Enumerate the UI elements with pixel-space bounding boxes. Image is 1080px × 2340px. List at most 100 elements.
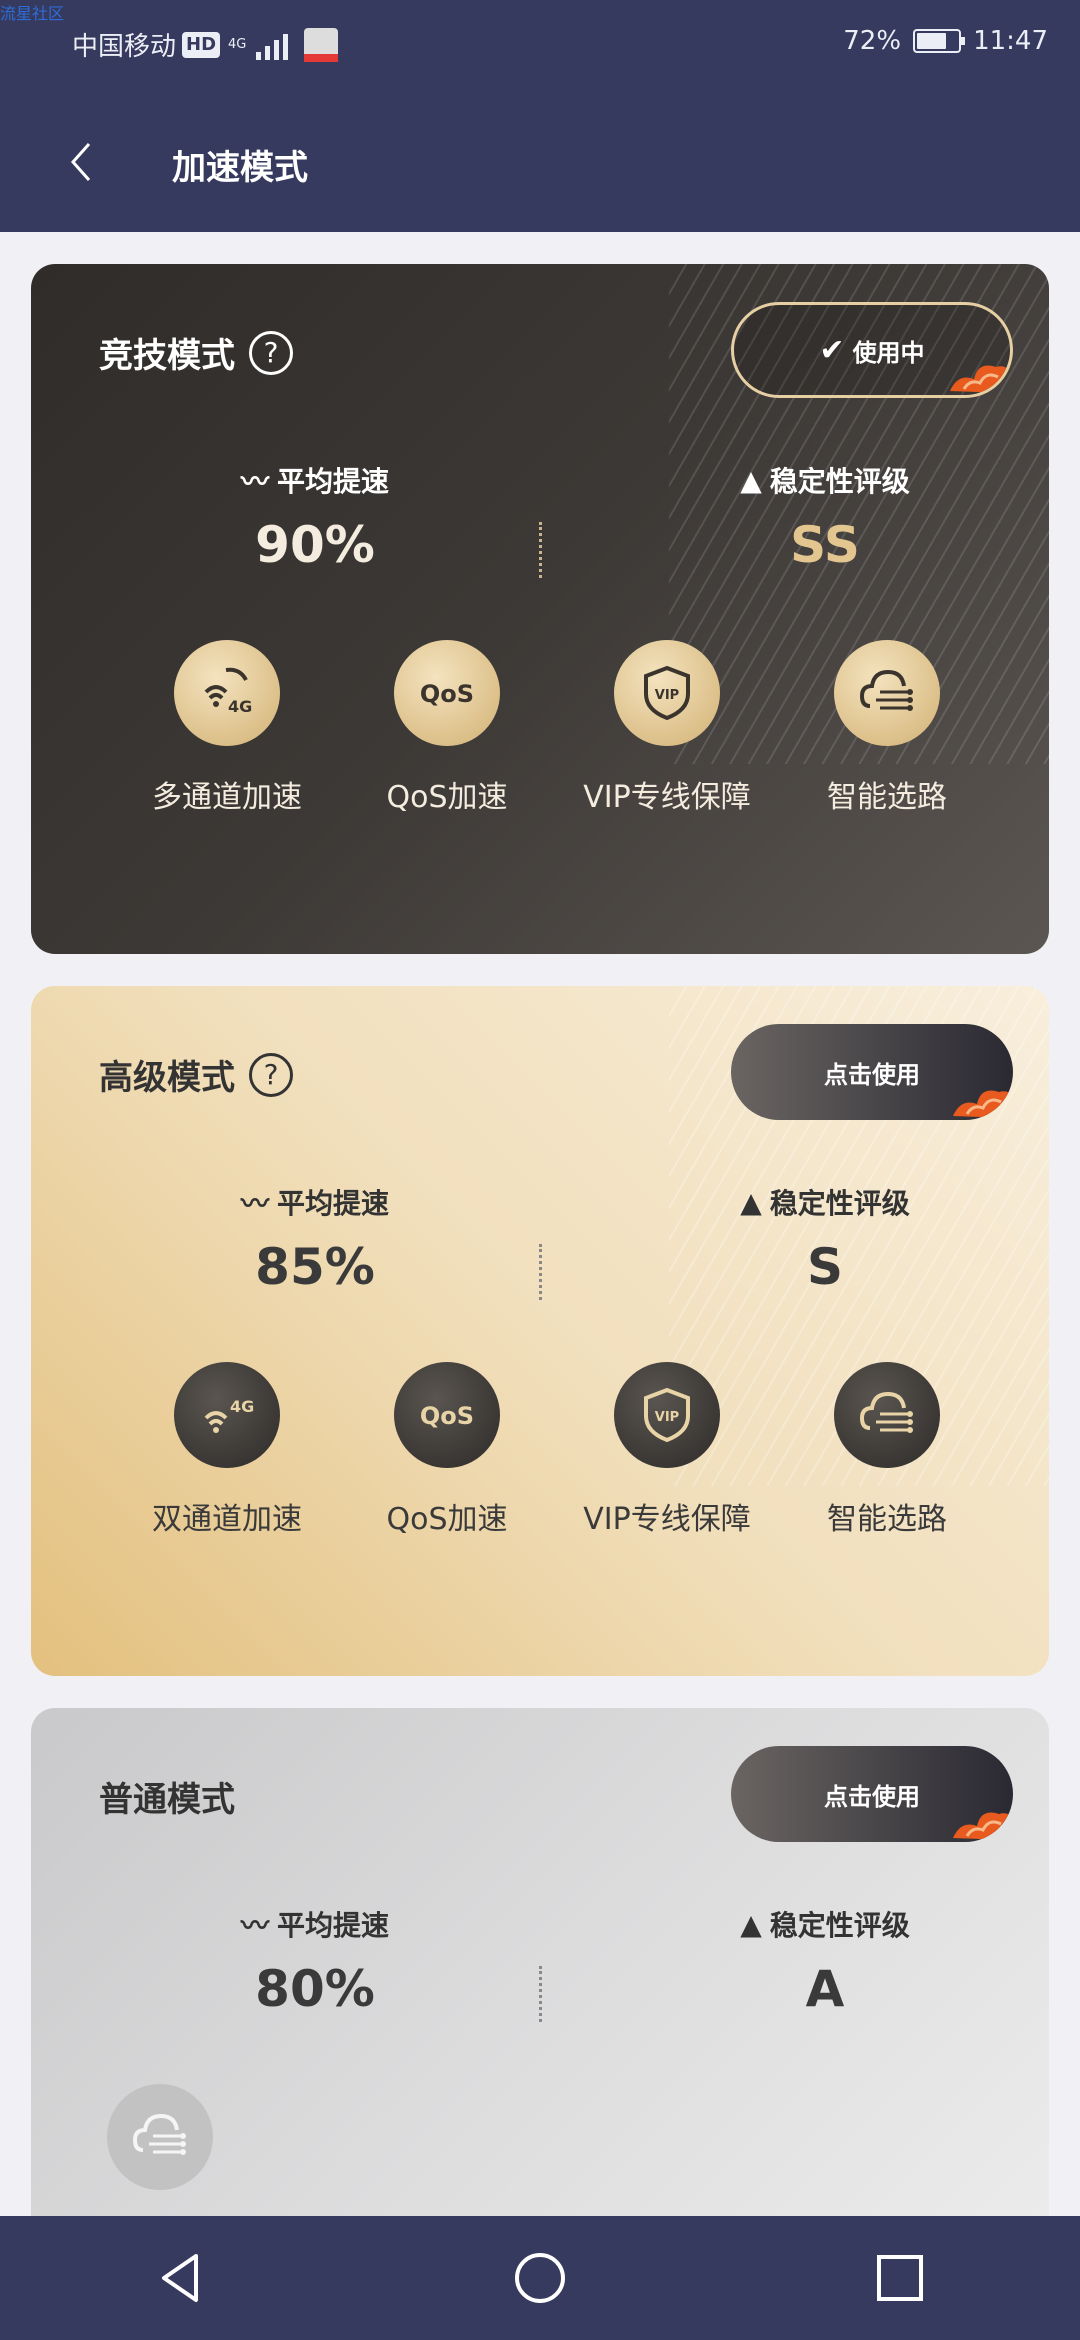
feature-list: 4G 双通道加速 QoS QoS加速 VIP VIP专线保障 智能选路 <box>127 1362 987 1538</box>
feature-label: QoS加速 <box>386 780 508 815</box>
top-bar: 中国移动 HD 4G 72% 11:47 加速模式 <box>0 0 1080 232</box>
feature-label: VIP专线保障 <box>583 780 751 815</box>
multi-channel-icon: 4G <box>174 640 280 746</box>
warning-triangle-icon: ▲ <box>740 463 762 497</box>
stability-value: S <box>806 1238 843 1296</box>
warning-triangle-icon: ▲ <box>740 1185 762 1219</box>
feature-item: QoS QoS加速 <box>347 1362 547 1538</box>
feature-item: QoS QoS加速 <box>347 640 547 816</box>
avg-value: 85% <box>255 1238 375 1296</box>
svg-text:QoS: QoS <box>420 1402 474 1430</box>
dual-channel-icon: 4G <box>174 1362 280 1468</box>
battery-percent: 72% <box>843 26 902 56</box>
avg-value: 90% <box>255 516 375 574</box>
battery-icon <box>913 29 966 53</box>
check-icon: ✔ <box>819 332 845 368</box>
svg-text:4G: 4G <box>228 697 252 716</box>
cloud-ornament-icon <box>950 365 1010 393</box>
stability-rating: ▲ 稳定性评级 SS <box>675 460 975 575</box>
watermark: 流星社区 <box>0 4 65 23</box>
page-title: 加速模式 <box>172 148 308 188</box>
avg-speedup: 〰平均提速 80% <box>165 1904 465 2018</box>
vip-shield-icon: VIP <box>614 640 720 746</box>
mode-title: 高级模式 <box>99 1058 235 1098</box>
cloud-ornament-icon <box>953 1090 1013 1118</box>
avg-speedup: 〰平均提速 90% <box>165 460 465 574</box>
feature-item: VIP VIP专线保障 <box>567 1362 767 1538</box>
status-bar: 中国移动 HD 4G 72% 11:47 <box>0 0 1080 90</box>
stability-rating: ▲ 稳定性评级 A <box>675 1904 975 2019</box>
triangle-back-icon <box>162 2254 198 2302</box>
trend-icon: 〰 <box>240 1909 269 1942</box>
avg-label: 平均提速 <box>277 1909 390 1942</box>
stability-value: SS <box>790 516 860 574</box>
warning-triangle-icon: ▲ <box>740 1907 762 1941</box>
vip-shield-icon: VIP <box>614 1362 720 1468</box>
card-title: 竞技模式 ? <box>99 328 293 377</box>
stability-value: A <box>805 1960 845 2018</box>
svg-text:4G: 4G <box>230 1397 254 1416</box>
help-icon[interactable]: ? <box>249 330 293 375</box>
use-button[interactable]: 点击使用 <box>731 1024 1013 1120</box>
cloud-ornament-icon <box>953 1812 1013 1840</box>
smart-route-icon <box>107 2084 213 2190</box>
button-label: 使用中 <box>852 338 925 367</box>
mode-card-competitive: 竞技模式 ? ✔ 使用中 〰平均提速 90% ▲ 稳定性评级 SS 4G 多通道加… <box>31 264 1049 954</box>
avg-value: 80% <box>255 1960 375 2018</box>
back-arrow-icon <box>70 143 91 181</box>
feature-label: 智能选路 <box>827 780 947 815</box>
qos-icon: QoS <box>394 640 500 746</box>
stability-label: 稳定性评级 <box>769 1187 910 1220</box>
stability-label: 稳定性评级 <box>769 1909 910 1942</box>
feature-label: 双通道加速 <box>152 1502 302 1537</box>
clock: 11:47 <box>973 26 1048 56</box>
feature-item: 4G 多通道加速 <box>127 640 327 816</box>
carrier: 中国移动 HD 4G <box>72 26 339 63</box>
feature-label: 多通道加速 <box>152 780 302 815</box>
card-title: 普通模式 <box>99 1772 235 1821</box>
svg-text:VIP: VIP <box>655 688 679 703</box>
use-button[interactable]: 点击使用 <box>731 1746 1013 1842</box>
stability-label: 稳定性评级 <box>769 465 910 498</box>
avg-label: 平均提速 <box>277 1187 390 1220</box>
feature-item: 智能选路 <box>787 1362 987 1538</box>
feature-label: 智能选路 <box>827 1502 947 1537</box>
mode-title: 竞技模式 <box>99 336 235 376</box>
nav-recents-button[interactable] <box>865 2243 935 2313</box>
signal-icon <box>256 30 289 60</box>
svg-text:VIP: VIP <box>655 1410 679 1425</box>
trend-icon: 〰 <box>240 465 269 498</box>
feature-list: 4G 多通道加速 QoS QoS加速 VIP VIP专线保障 智能选路 <box>127 640 987 816</box>
feature-item: 4G 双通道加速 <box>127 1362 327 1538</box>
circle-home-icon <box>515 2253 565 2303</box>
smart-route-icon <box>834 1362 940 1468</box>
mode-card-normal: 普通模式 点击使用 〰平均提速 80% ▲ 稳定性评级 A <box>31 1708 1049 2268</box>
feature-item: 智能选路 <box>787 640 987 816</box>
in-use-button[interactable]: ✔ 使用中 <box>731 302 1013 398</box>
feature-label: QoS加速 <box>386 1502 508 1537</box>
network-type: 4G <box>228 37 247 52</box>
feature-item: VIP VIP专线保障 <box>567 640 767 816</box>
avg-speedup: 〰平均提速 85% <box>165 1182 465 1296</box>
help-icon[interactable]: ? <box>249 1052 293 1097</box>
back-button[interactable] <box>62 140 100 184</box>
system-nav-bar <box>0 2216 1080 2340</box>
feature-label: VIP专线保障 <box>583 1502 751 1537</box>
stability-rating: ▲ 稳定性评级 S <box>675 1182 975 1297</box>
avg-label: 平均提速 <box>277 465 390 498</box>
smart-route-icon <box>834 640 940 746</box>
qos-icon: QoS <box>394 1362 500 1468</box>
trend-icon: 〰 <box>240 1187 269 1220</box>
carrier-name: 中国移动 <box>72 32 177 62</box>
nav-back-button[interactable] <box>145 2243 215 2313</box>
svg-text:QoS: QoS <box>420 680 474 708</box>
mode-title: 普通模式 <box>99 1780 235 1820</box>
notification-app-icon <box>304 27 339 62</box>
hd-badge: HD <box>182 31 221 58</box>
mode-card-advanced: 高级模式 ? 点击使用 〰平均提速 85% ▲ 稳定性评级 S 4G 双通道加速 … <box>31 986 1049 1676</box>
right-status: 72% 11:47 <box>843 26 1048 56</box>
card-title: 高级模式 ? <box>99 1050 293 1099</box>
nav-home-button[interactable] <box>505 2243 575 2313</box>
button-label: 点击使用 <box>824 1782 920 1811</box>
square-recents-icon <box>877 2255 923 2301</box>
